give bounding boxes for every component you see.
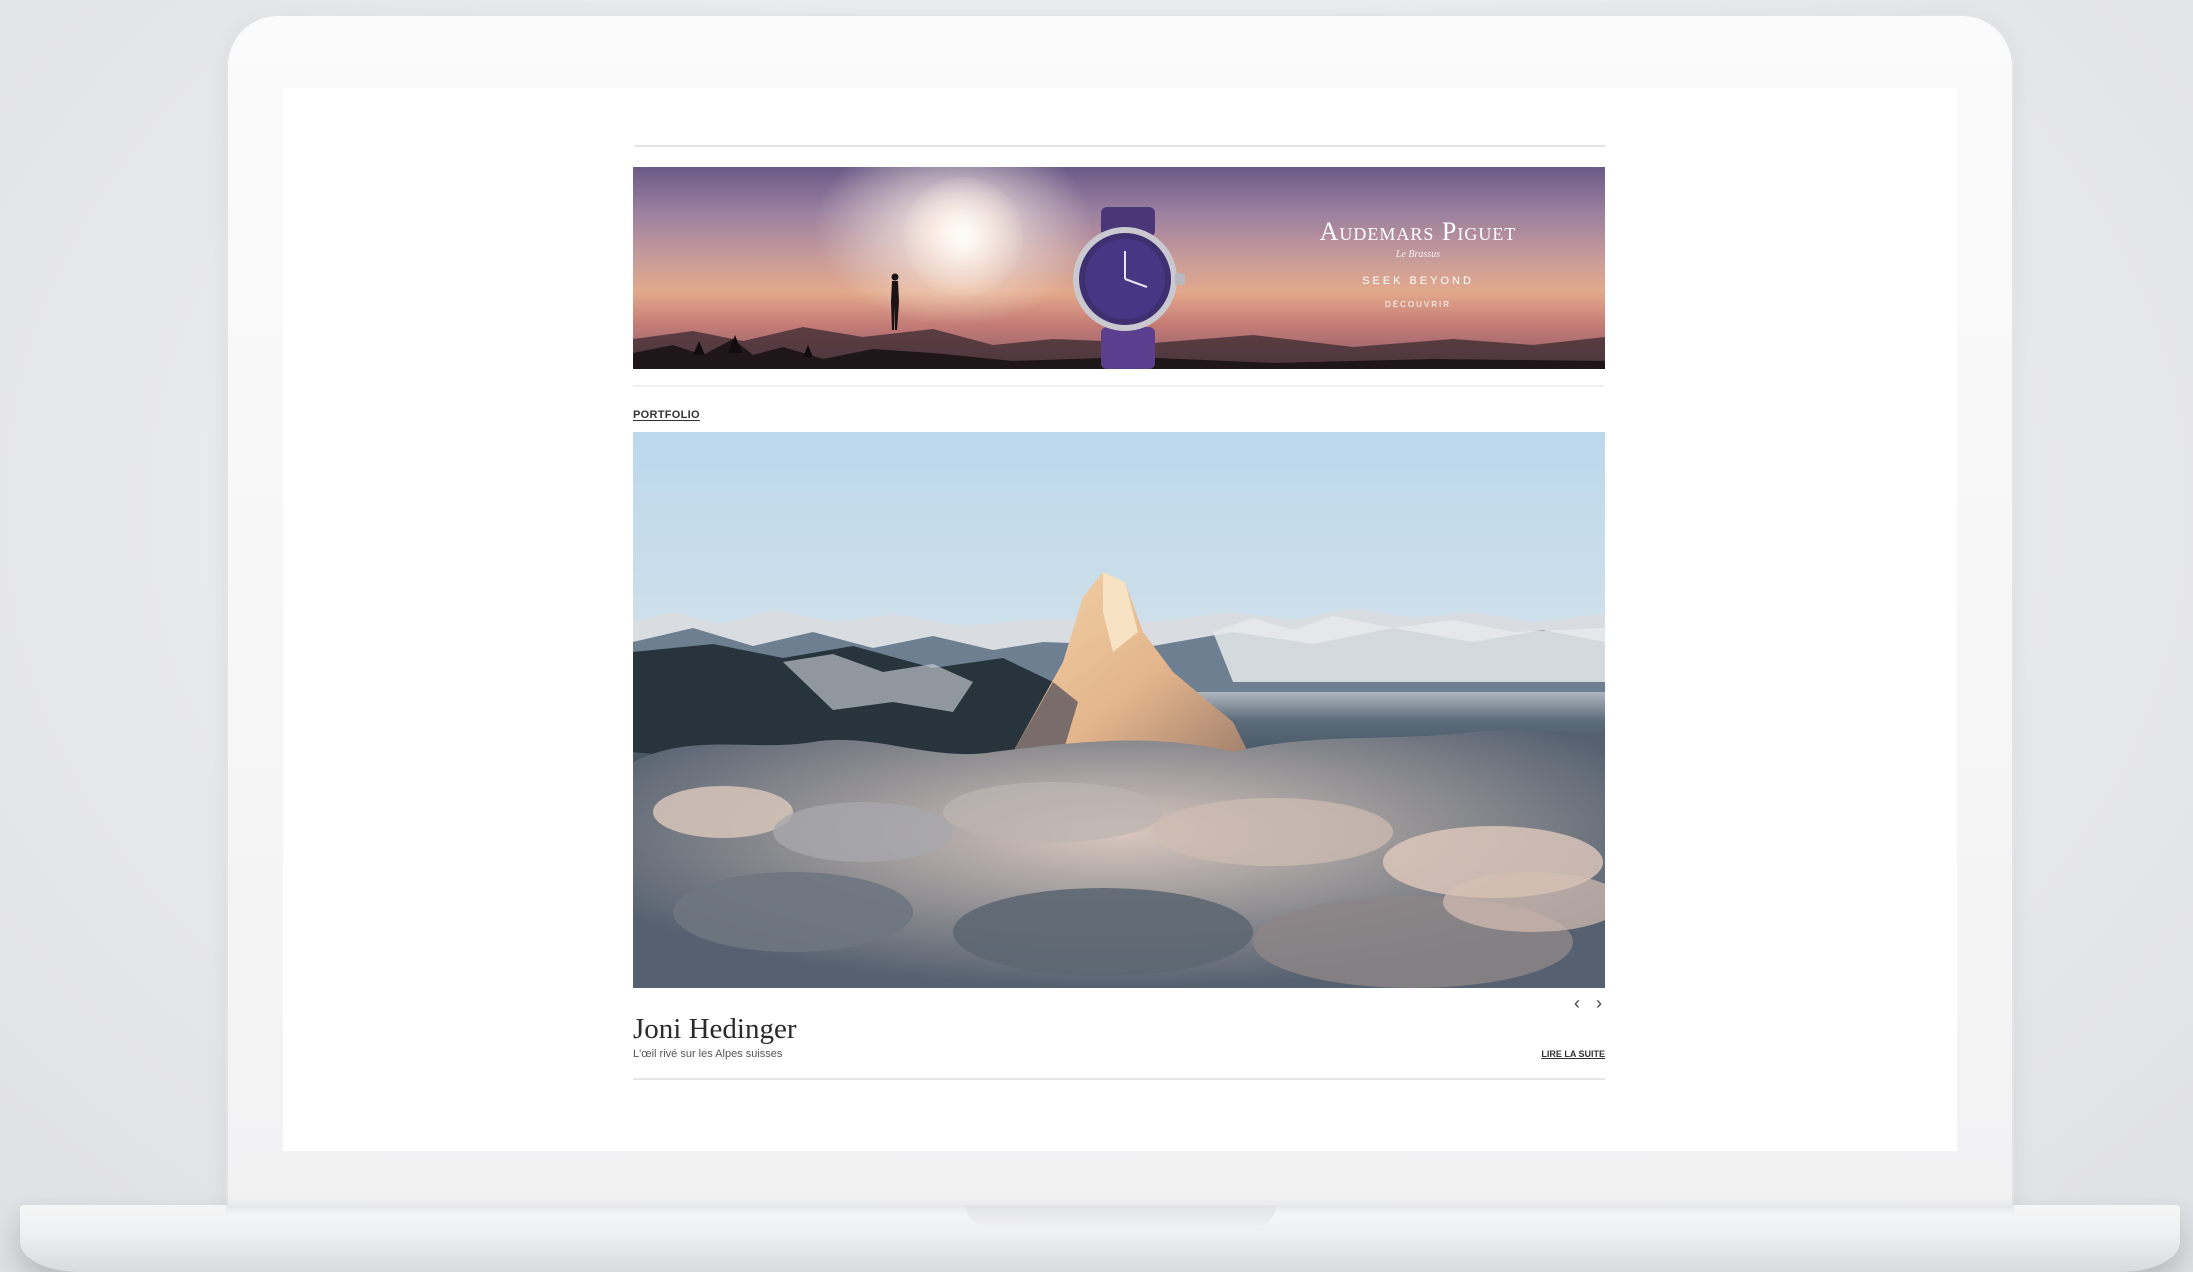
chevron-left-icon[interactable]: ‹ — [1569, 993, 1585, 1013]
chevron-right-icon[interactable]: › — [1591, 993, 1607, 1013]
ad-sunburst — [903, 177, 1023, 297]
bottom-divider — [633, 1078, 1605, 1080]
watch-image — [1073, 207, 1185, 369]
read-more-link[interactable]: LIRE LA SUITE — [1537, 1049, 1605, 1059]
laptop-screen: Audemars Piguet Le Brassus SEEK BEYOND D… — [283, 88, 1957, 1151]
mountain-landscape — [633, 572, 1605, 988]
slider-controls: ‹ › — [1569, 993, 1609, 1013]
ad-tagline: Le Brassus — [1395, 249, 1441, 260]
ad-divider — [633, 385, 1605, 387]
laptop-opening-notch — [966, 1205, 1276, 1227]
article-subtitle: L'œil rivé sur les Alpes suisses — [633, 1048, 783, 1060]
laptop-mockup-scene: Audemars Piguet Le Brassus SEEK BEYOND D… — [0, 0, 2193, 1272]
ad-cta-link[interactable]: DÉCOUVRIR — [1373, 300, 1463, 309]
hiker-silhouette — [891, 273, 899, 330]
hero-image-matterhorn[interactable] — [633, 432, 1605, 988]
top-divider — [635, 145, 1605, 147]
section-label-portfolio[interactable]: PORTFOLIO — [633, 409, 700, 421]
ad-banner[interactable]: Audemars Piguet Le Brassus SEEK BEYOND D… — [633, 167, 1605, 369]
ad-brand-logo: Audemars Piguet — [1319, 217, 1517, 246]
ad-headline: SEEK BEYOND — [1362, 275, 1474, 287]
article-title[interactable]: Joni Hedinger — [633, 1013, 797, 1046]
